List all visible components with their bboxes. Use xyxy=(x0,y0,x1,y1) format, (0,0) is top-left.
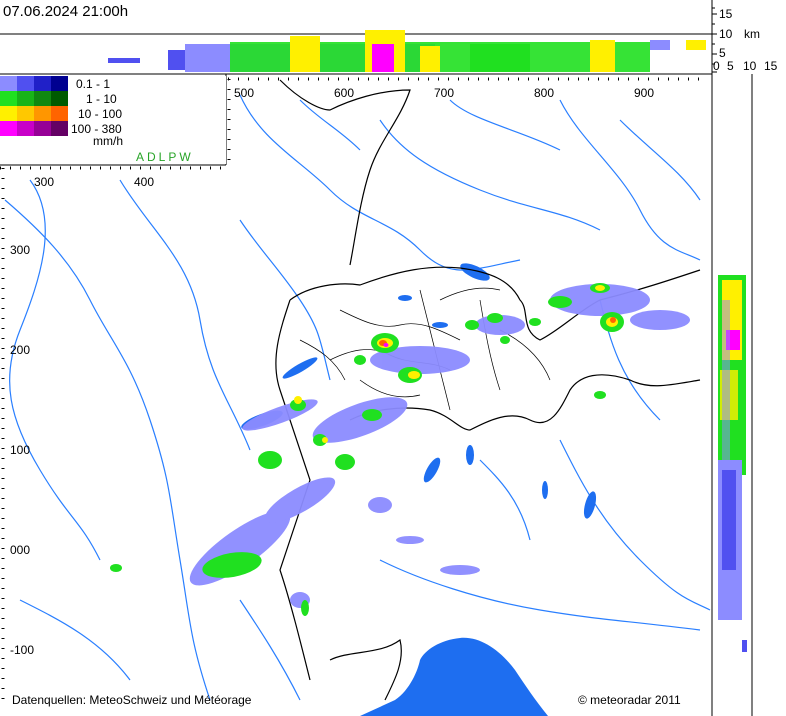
side-profile xyxy=(718,275,747,652)
legend-swatch-row-2 xyxy=(0,91,68,106)
legend-swatch xyxy=(0,91,17,106)
height-tick-label: 10 xyxy=(719,27,733,41)
lakes xyxy=(241,263,597,519)
legend-swatch xyxy=(34,76,51,91)
legend-swatch xyxy=(34,121,51,136)
y-tick-label: 100 xyxy=(10,443,31,457)
legend-swatch xyxy=(51,91,68,106)
x-tick-label: 600 xyxy=(334,86,355,100)
legend-swatch xyxy=(17,91,34,106)
timestamp: 07.06.2024 21:00h xyxy=(3,3,129,20)
precipitation-cells xyxy=(110,283,690,616)
x-tick-label: 400 xyxy=(134,175,155,189)
legend-swatch xyxy=(0,76,17,91)
radar-network-label: ADLPW xyxy=(136,150,194,164)
side-tick-label: 5 xyxy=(727,59,734,73)
legend-swatch xyxy=(17,76,34,91)
height-unit-label: km xyxy=(744,27,760,41)
x-tick-label: 700 xyxy=(434,86,455,100)
height-tick-label: 0 xyxy=(713,59,720,73)
legend-label-1: 0.1 - 1 xyxy=(76,77,111,91)
top-profile xyxy=(108,30,706,72)
x-tick-label: 900 xyxy=(634,86,655,100)
x-tick-label: 500 xyxy=(234,86,255,100)
sea xyxy=(360,637,548,716)
legend-swatch xyxy=(51,106,68,121)
height-tick-label: 15 xyxy=(719,7,733,21)
legend-swatch xyxy=(51,76,68,91)
y-tick-label: -100 xyxy=(10,643,35,657)
data-sources: Datenquellen: MeteoSchweiz und Météorage xyxy=(12,693,252,707)
legend-label-2: 1 - 10 xyxy=(86,92,117,106)
radar-map: 07.06.2024 21:00h 0.1 - 1 1 - 10 10 - 10… xyxy=(0,0,786,716)
country-borders xyxy=(275,79,701,701)
x-tick-label: 300 xyxy=(34,175,55,189)
legend-swatch xyxy=(17,106,34,121)
x-tick-label: 800 xyxy=(534,86,555,100)
y-tick-label: 200 xyxy=(10,343,31,357)
legend-swatch xyxy=(34,106,51,121)
copyright: © meteoradar 2011 xyxy=(578,693,681,707)
y-tick-label: 300 xyxy=(10,243,31,257)
legend-swatch xyxy=(0,121,17,136)
legend-unit: mm/h xyxy=(93,134,123,148)
legend-label-3: 10 - 100 xyxy=(78,107,123,121)
legend-swatch-row-1 xyxy=(0,76,68,91)
side-tick-label: 10 xyxy=(743,59,757,73)
legend-swatch-row-4 xyxy=(0,121,68,136)
side-tick-label: 15 xyxy=(764,59,778,73)
y-tick-label: 000 xyxy=(10,543,31,557)
height-tick-label: 5 xyxy=(719,46,726,60)
legend-swatch xyxy=(17,121,34,136)
legend-swatch-row-3 xyxy=(0,106,68,121)
legend-swatch xyxy=(0,106,17,121)
legend-swatch xyxy=(51,121,68,136)
legend-swatch xyxy=(34,91,51,106)
